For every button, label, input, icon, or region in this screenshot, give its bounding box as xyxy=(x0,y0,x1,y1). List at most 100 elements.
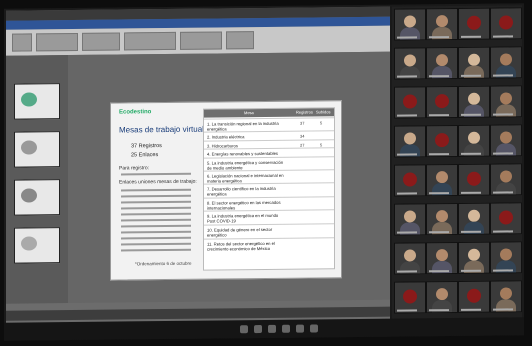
participant-body xyxy=(400,27,420,41)
avatar-icon xyxy=(499,15,513,30)
participant-name-bar xyxy=(461,269,481,272)
slide-title: Mesas de trabajo virtual* xyxy=(119,124,208,135)
row-label: 11. Retos del sector energético en el cr… xyxy=(207,240,275,252)
app-icon[interactable] xyxy=(296,324,304,333)
avatar-icon xyxy=(435,133,449,148)
app-icon[interactable] xyxy=(310,324,318,333)
participant-body xyxy=(464,104,484,118)
participant-tile[interactable] xyxy=(490,46,522,79)
participant-body xyxy=(400,144,420,158)
participant-tile[interactable] xyxy=(394,203,426,236)
participant-tile[interactable] xyxy=(426,7,458,41)
participant-tile[interactable] xyxy=(490,241,522,274)
participant-tile[interactable] xyxy=(426,280,458,314)
participant-tile[interactable] xyxy=(490,163,522,196)
avatar-icon xyxy=(467,171,481,186)
app-icon[interactable] xyxy=(254,325,262,334)
participant-name-bar xyxy=(461,191,481,194)
participant-name-bar xyxy=(493,113,513,116)
participant-body xyxy=(432,27,452,41)
participant-face xyxy=(500,287,512,300)
participant-name-bar xyxy=(397,231,417,234)
presentation-app: Ecodestino Mesas de trabajo virtual* 37 … xyxy=(6,6,390,327)
participant-name-bar xyxy=(429,192,449,195)
slide-thumbnail[interactable] xyxy=(14,131,60,168)
table-row: 11. Retos del sector energético en el cr… xyxy=(204,237,334,260)
participant-name-bar xyxy=(397,114,417,117)
participant-tile[interactable] xyxy=(458,7,490,40)
participant-tile[interactable] xyxy=(394,86,426,119)
participant-tile[interactable] xyxy=(394,281,426,314)
participant-tile[interactable] xyxy=(426,202,458,236)
app-icon[interactable] xyxy=(268,324,276,333)
participant-body xyxy=(400,261,420,275)
paragraph-icon[interactable] xyxy=(82,32,120,51)
participant-name-bar xyxy=(493,230,513,233)
row-registros: 34 xyxy=(300,133,305,139)
participant-name-bar xyxy=(397,75,417,78)
participant-tile[interactable] xyxy=(394,164,426,197)
participant-name-bar xyxy=(429,114,449,117)
app-icon[interactable] xyxy=(282,324,290,333)
participant-tile[interactable] xyxy=(490,7,522,40)
participant-tile[interactable] xyxy=(490,280,522,313)
row-label: 4. Energías renovables y sustentables xyxy=(207,150,278,157)
participant-tile[interactable] xyxy=(458,202,490,235)
participant-name-bar xyxy=(493,308,513,311)
participant-body xyxy=(400,66,420,80)
participant-name-bar xyxy=(461,74,481,77)
slide-thumbnail[interactable] xyxy=(14,227,60,264)
participant-body xyxy=(432,261,452,275)
row-subidos: 5 xyxy=(320,120,323,126)
slide-thumbnail[interactable] xyxy=(14,179,60,216)
slide-footer: *Ordenamiento 6 de octubre xyxy=(135,260,192,267)
participant-body xyxy=(464,221,484,235)
participant-tile[interactable] xyxy=(426,46,458,80)
participant-face xyxy=(404,15,416,28)
shapes-icon[interactable] xyxy=(124,31,176,51)
participant-tile[interactable] xyxy=(426,124,458,158)
participant-tile[interactable] xyxy=(490,124,522,157)
paste-icon[interactable] xyxy=(12,33,32,52)
participant-body xyxy=(400,222,420,236)
participant-face xyxy=(404,132,416,145)
avatar-icon xyxy=(435,94,449,109)
participant-tile[interactable] xyxy=(394,8,426,41)
participant-face xyxy=(404,249,416,262)
participant-name-bar xyxy=(429,36,449,39)
avatar-icon xyxy=(403,94,417,109)
participant-tile[interactable] xyxy=(458,124,490,157)
participant-face xyxy=(404,54,416,67)
participant-tile[interactable] xyxy=(394,242,426,275)
participant-body xyxy=(432,183,452,197)
participant-tile[interactable] xyxy=(426,163,458,197)
participant-tile[interactable] xyxy=(458,241,490,274)
participant-tile[interactable] xyxy=(394,47,426,80)
participant-tile[interactable] xyxy=(458,46,490,79)
participant-tile[interactable] xyxy=(458,280,490,313)
arrange-icon[interactable] xyxy=(180,31,222,50)
participant-face xyxy=(468,92,480,105)
participant-tile[interactable] xyxy=(426,85,458,119)
participant-name-bar xyxy=(429,153,449,156)
participant-tile[interactable] xyxy=(394,125,426,158)
participant-body xyxy=(432,222,452,236)
participant-tile[interactable] xyxy=(426,241,458,275)
find-icon[interactable] xyxy=(226,31,254,50)
participant-tile[interactable] xyxy=(490,85,522,118)
participant-body xyxy=(496,299,516,313)
current-slide[interactable]: Ecodestino Mesas de trabajo virtual* 37 … xyxy=(110,100,342,281)
ribbon xyxy=(6,25,390,56)
participant-face xyxy=(500,170,512,183)
slide-thumbnail[interactable] xyxy=(14,83,60,120)
row-registros: 37 xyxy=(300,120,305,126)
font-icon[interactable] xyxy=(36,32,78,52)
row-label: 7. Desarrollo científico en la industria… xyxy=(207,185,276,197)
participant-tile[interactable] xyxy=(490,202,522,235)
participant-tile[interactable] xyxy=(458,85,490,118)
row-label: 10. Equidad de género en el sector energ… xyxy=(207,226,273,238)
app-icon[interactable] xyxy=(240,325,248,334)
row-label: 9. La industria energética en el mundo P… xyxy=(207,212,279,224)
participant-tile[interactable] xyxy=(458,163,490,196)
slide-thumbnails xyxy=(6,55,68,304)
